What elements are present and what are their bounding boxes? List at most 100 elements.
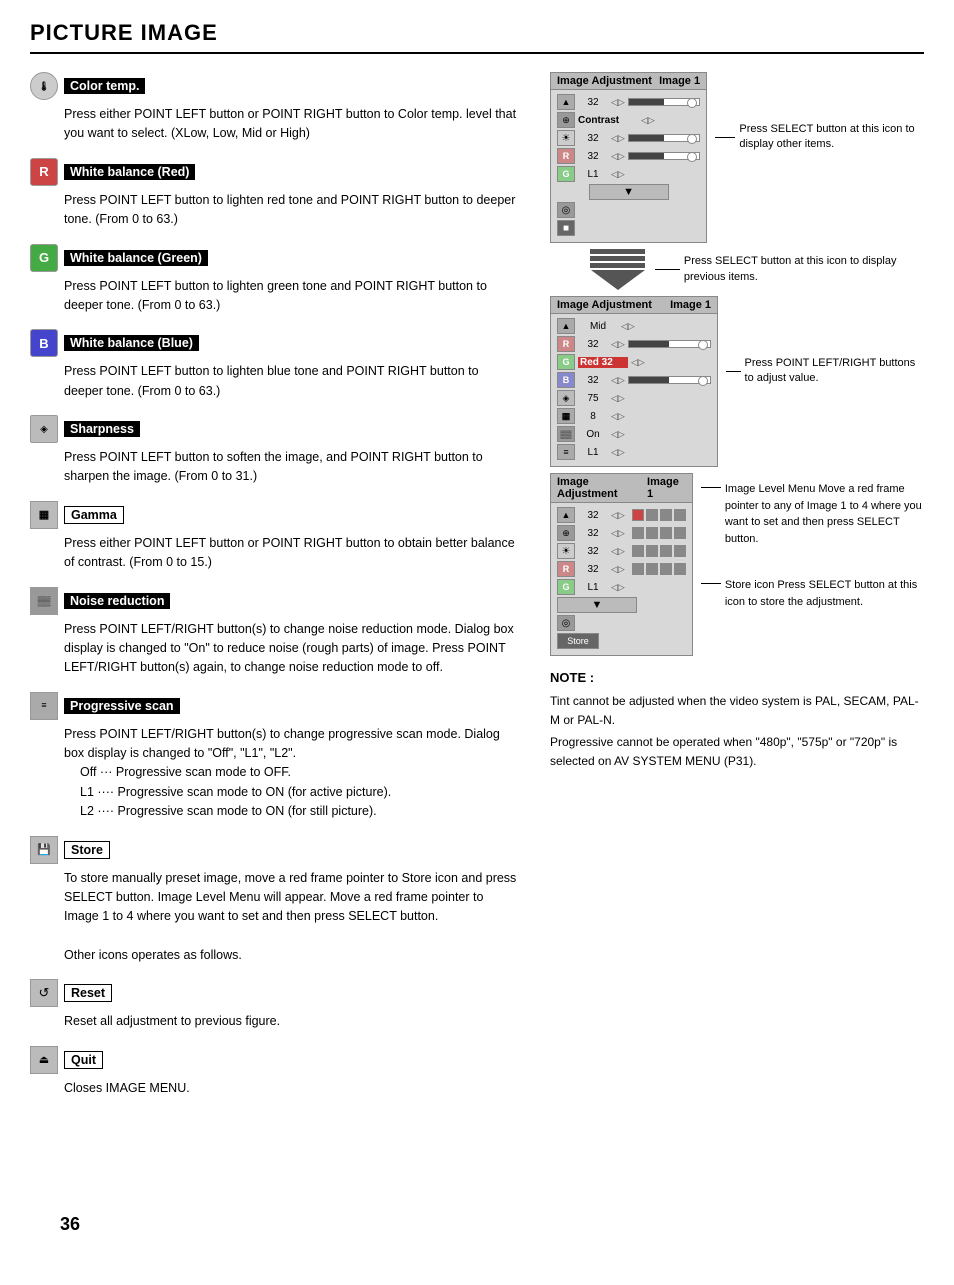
row-arrows: ◁▷ — [611, 510, 625, 521]
image-level-icon — [674, 545, 686, 557]
section-header-wb-blue: B White balance (Blue) — [30, 329, 520, 357]
row-value: 32 — [578, 339, 608, 350]
sharpness-label: Sharpness — [64, 421, 140, 437]
ui-row: ⊕ Contrast ◁▷ — [557, 112, 700, 128]
ui-row: ▦ 8 ◁▷ — [557, 408, 711, 424]
section-wb-green: G White balance (Green) Press POINT LEFT… — [30, 244, 520, 316]
ui-row: ☀ 32 ◁▷ — [557, 130, 700, 146]
row-icon: ▼ — [557, 597, 637, 613]
section-header-gamma: ▦ Gamma — [30, 501, 520, 529]
wb-green-text: Press POINT LEFT button to lighten green… — [30, 277, 520, 316]
row-icon: ⊕ — [557, 112, 575, 128]
image-level-icon — [646, 545, 658, 557]
image-level-icons — [632, 527, 686, 539]
row-value: 32 — [578, 564, 608, 575]
panel1-body: ▲ 32 ◁▷ ⊕ Contrast ◁▷ — [551, 90, 706, 242]
row-arrows: ◁▷ — [611, 447, 625, 458]
row-value: 75 — [578, 393, 608, 404]
wb-blue-label: White balance (Blue) — [64, 335, 199, 351]
callout-line: Press POINT LEFT/RIGHT buttons to adjust… — [726, 356, 924, 387]
wb-blue-icon: B — [30, 329, 58, 357]
sharpness-text: Press POINT LEFT button to soften the im… — [30, 448, 520, 487]
ui-row: ■ — [557, 220, 700, 236]
row-arrows: ◁▷ — [611, 528, 625, 539]
image-level-icon — [632, 545, 644, 557]
row-arrows: ◁▷ — [621, 321, 635, 332]
ui-row: ≡ L1 ◁▷ — [557, 444, 711, 460]
bar-fill — [629, 153, 664, 159]
bar-fill — [629, 341, 670, 347]
row-arrows: ◁▷ — [611, 411, 625, 422]
ui-row: ◈ 75 ◁▷ — [557, 390, 711, 406]
store-text: To store manually preset image, move a r… — [30, 869, 520, 966]
row-arrows: ◁▷ — [611, 429, 625, 440]
callout-row: Image Level Menu Move a red frame pointe… — [701, 481, 924, 547]
row-icon: ▦ — [557, 408, 575, 424]
row-arrows: ◁▷ — [611, 582, 625, 593]
ui-row: ▼ — [557, 597, 686, 613]
reset-label: Reset — [64, 984, 112, 1002]
section-noise-reduction: ▒▒ Noise reduction Press POINT LEFT/RIGH… — [30, 587, 520, 678]
color-temp-icon: 🌡 — [30, 72, 58, 100]
section-header-sharpness: ◈ Sharpness — [30, 415, 520, 443]
ui-row: ◎ — [557, 615, 686, 631]
note-title: NOTE : — [550, 668, 924, 688]
row-icon: B — [557, 372, 575, 388]
ui-row: G L1 ◁▷ — [557, 166, 700, 182]
row-icon: Store — [557, 633, 599, 649]
page-title: PICTURE IMAGE — [30, 20, 924, 54]
ui-row: ▒▒ On ◁▷ — [557, 426, 711, 442]
wb-green-icon: G — [30, 244, 58, 272]
ui-row: ◎ — [557, 202, 700, 218]
image-level-icons — [632, 563, 686, 575]
quit-label: Quit — [64, 1051, 103, 1069]
arrow-triangle — [591, 270, 645, 290]
sharpness-icon: ◈ — [30, 415, 58, 443]
row-bar — [628, 98, 700, 106]
arrow-callout: Press SELECT button at this icon to disp… — [645, 254, 924, 285]
bar-dot — [698, 376, 708, 386]
progressive-scan-icon: ≡ — [30, 692, 58, 720]
ui-row: ☀ 32 ◁▷ — [557, 543, 686, 559]
row-value: Mid — [578, 321, 618, 332]
reset-icon: ↺ — [30, 979, 58, 1007]
ui-row: G L1 ◁▷ — [557, 579, 686, 595]
list-item: L2 ···· Progressive scan mode to ON (for… — [80, 802, 520, 821]
arrow-line2 — [590, 256, 645, 261]
image-level-icon — [674, 563, 686, 575]
image-level-icon — [632, 509, 644, 521]
note-line1: Tint cannot be adjusted when the video s… — [550, 692, 924, 729]
panel3-body: ▲ 32 ◁▷ ⊕ — [551, 503, 692, 655]
bar-dot — [687, 98, 697, 108]
row-value: L1 — [578, 169, 608, 180]
panel3-callouts: Image Level Menu Move a red frame pointe… — [693, 473, 924, 610]
callout-row: Store icon Press SELECT button at this i… — [701, 577, 924, 610]
section-header-wb-red: R White balance (Red) — [30, 158, 520, 186]
image-level-icon — [632, 563, 644, 575]
color-temp-text: Press either POINT LEFT button or POINT … — [30, 105, 520, 144]
noise-reduction-icon: ▒▒ — [30, 587, 58, 615]
section-wb-blue: B White balance (Blue) Press POINT LEFT … — [30, 329, 520, 401]
row-icon: G — [557, 354, 575, 370]
reset-text: Reset all adjustment to previous figure. — [30, 1012, 520, 1031]
image-level-icon — [646, 563, 658, 575]
list-item: L1 ···· Progressive scan mode to ON (for… — [80, 783, 520, 802]
row-arrows: ◁▷ — [631, 357, 645, 368]
ui-row: ▲ 32 ◁▷ — [557, 94, 700, 110]
arrow-line1 — [590, 249, 645, 254]
row-arrows: ◁▷ — [611, 375, 625, 386]
row-bar — [628, 340, 711, 348]
row-icon: ◈ — [557, 390, 575, 406]
panel2-callout: Press POINT LEFT/RIGHT buttons to adjust… — [718, 296, 924, 387]
row-value: L1 — [578, 447, 608, 458]
callout-line — [701, 583, 721, 584]
ui-row: R 32 ◁▷ — [557, 336, 711, 352]
color-temp-label: Color temp. — [64, 78, 145, 94]
section-reset: ↺ Reset Reset all adjustment to previous… — [30, 979, 520, 1031]
wb-blue-text: Press POINT LEFT button to lighten blue … — [30, 362, 520, 401]
row-arrows: ◁▷ — [611, 339, 625, 350]
callout-text: Store icon Press SELECT button at this i… — [725, 577, 924, 610]
bar-fill — [629, 377, 670, 383]
image-level-icon — [646, 509, 658, 521]
panel2-title-right: Image 1 — [670, 299, 711, 311]
